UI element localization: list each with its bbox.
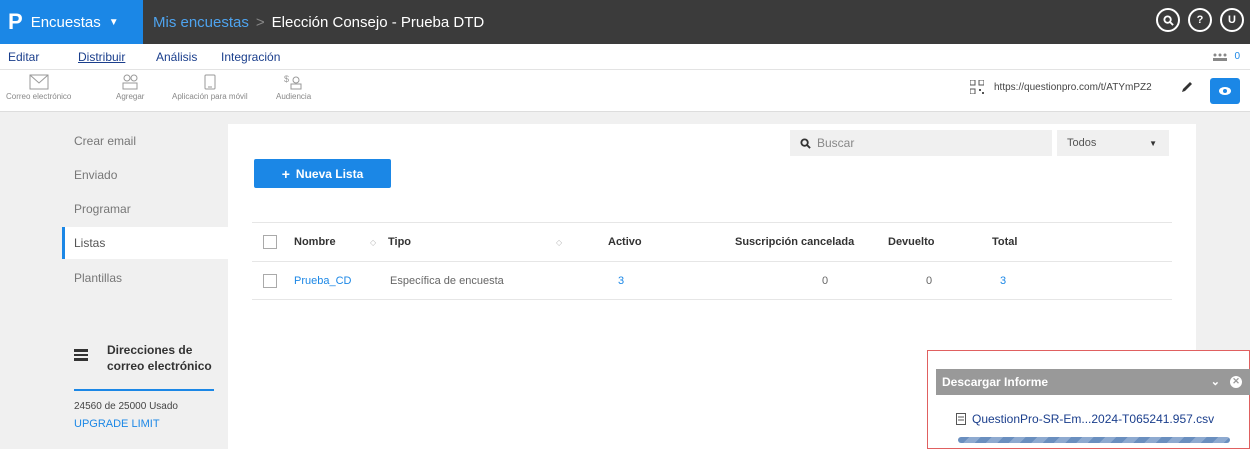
download-progress-bar (958, 437, 1230, 443)
upgrade-limit-link[interactable]: UPGRADE LIMIT (74, 418, 160, 430)
tool-mobile-label: Aplicación para móvil (172, 92, 248, 101)
search-icon (800, 137, 811, 149)
menu-distribuir[interactable]: Distribuir (78, 50, 125, 64)
caret-down-icon: ▼ (1149, 138, 1157, 148)
users-count-value: 0 (1234, 51, 1240, 62)
breadcrumb: Mis encuestas > Elección Consejo - Prueb… (153, 0, 484, 44)
sidebar-item-enviado[interactable]: Enviado (62, 160, 228, 190)
sidebar-item-programar[interactable]: Programar (62, 194, 228, 224)
sort-icon[interactable]: ◇ (370, 223, 376, 261)
usage-bar (74, 389, 214, 391)
col-tipo[interactable]: Tipo (388, 223, 411, 261)
col-activo[interactable]: Activo (608, 223, 642, 261)
table-header: Nombre ◇ Tipo ◇ Activo Suscripción cance… (252, 222, 1172, 262)
main-menu: Editar Distribuir Análisis Integración 0 (0, 44, 1250, 70)
plus-icon: + (281, 165, 290, 182)
list-name-link[interactable]: Prueba_CD (294, 262, 351, 299)
preview-button[interactable] (1210, 78, 1240, 104)
new-list-label: Nueva Lista (295, 166, 364, 181)
list-type: Específica de encuesta (390, 274, 504, 287)
bounced-count: 0 (926, 274, 933, 287)
filter-select[interactable]: Todos ▼ (1057, 130, 1169, 156)
sidebar-item-crear-email[interactable]: Crear email (62, 126, 228, 156)
chevron-down-icon[interactable]: ⌄ (1211, 375, 1220, 388)
people-icon (122, 74, 138, 90)
eye-icon (1219, 87, 1231, 95)
cancelled-count: 0 (822, 274, 829, 287)
download-report-title: Descargar Informe (942, 375, 1049, 389)
survey-title: Elección Consejo - Prueba DTD (271, 13, 485, 31)
breadcrumb-my-surveys[interactable]: Mis encuestas (153, 14, 249, 31)
tool-email-label: Correo electrónico (6, 92, 72, 101)
download-report-header: Descargar Informe ⌄ ✕ (936, 369, 1250, 395)
caret-down-icon: ▼ (108, 16, 119, 28)
search-placeholder: Buscar (817, 136, 855, 150)
search-icon[interactable] (1156, 8, 1180, 32)
tool-email[interactable]: Correo electrónico (6, 74, 71, 101)
select-all-checkbox[interactable] (263, 223, 277, 261)
tool-agregar-label: Agregar (116, 92, 145, 101)
col-nombre[interactable]: Nombre (294, 223, 336, 261)
close-icon[interactable]: ✕ (1230, 375, 1242, 388)
users-icon (1213, 53, 1228, 61)
audience-icon: $ (284, 74, 302, 90)
top-icons: ? U (1156, 8, 1244, 32)
distribute-toolbar: Correo electrónico Agregar Aplicación pa… (0, 70, 1250, 112)
col-total[interactable]: Total (992, 223, 1017, 261)
list-icon (74, 349, 88, 361)
survey-url-area: https://questionpro.com/t/ATYmPZ2 (970, 80, 1194, 94)
menu-editar[interactable]: Editar (8, 50, 39, 64)
email-icon (29, 74, 49, 90)
download-file-link[interactable]: QuestionPro-SR-Em...2024-T065241.957.csv (956, 412, 1214, 426)
user-icon[interactable]: U (1220, 8, 1244, 32)
svg-text:$: $ (284, 74, 289, 84)
row-checkbox[interactable] (263, 262, 277, 299)
collaborators-count[interactable]: 0 (1212, 51, 1240, 62)
tool-audiencia-label: Audiencia (276, 92, 312, 101)
menu-analisis[interactable]: Análisis (156, 50, 197, 64)
pencil-icon[interactable] (1180, 80, 1194, 94)
qr-code-icon[interactable] (970, 80, 984, 94)
table-row: Prueba_CD Específica de encuesta 3 0 0 3 (252, 262, 1172, 300)
mobile-icon (204, 74, 216, 90)
new-list-button[interactable]: + Nueva Lista (254, 159, 391, 188)
product-name: Encuestas (30, 13, 101, 31)
survey-url[interactable]: https://questionpro.com/t/ATYmPZ2 (994, 82, 1170, 93)
file-icon (956, 413, 966, 425)
filter-value: Todos (1067, 137, 1097, 149)
questionpro-logo: P (8, 9, 23, 34)
product-switcher[interactable]: P Encuestas ▼ (0, 0, 143, 44)
help-icon[interactable]: ? (1188, 8, 1212, 32)
tool-agregar[interactable]: Agregar (116, 74, 144, 101)
download-file-name: QuestionPro-SR-Em...2024-T065241.957.csv (972, 412, 1215, 426)
sidebar-item-plantillas[interactable]: Plantillas (62, 263, 228, 293)
download-controls: ⌄ ✕ (1211, 375, 1242, 388)
total-count[interactable]: 3 (1000, 262, 1006, 299)
menu-integracion[interactable]: Integración (221, 50, 280, 64)
active-count[interactable]: 3 (618, 262, 624, 299)
col-devuelto[interactable]: Devuelto (888, 223, 934, 261)
sort-icon[interactable]: ◇ (556, 223, 562, 261)
email-addresses-title: Direcciones de correo electrónico (107, 343, 212, 373)
search-input[interactable]: Buscar (790, 130, 1052, 156)
usage-text: 24560 de 25000 Usado (74, 401, 178, 412)
tool-mobile[interactable]: Aplicación para móvil (172, 74, 248, 101)
tool-audiencia[interactable]: $ Audiencia (276, 74, 311, 101)
download-report-panel: Descargar Informe ⌄ ✕ QuestionPro-SR-Em.… (927, 350, 1250, 449)
col-suscripcion-cancelada[interactable]: Suscripción cancelada (735, 223, 854, 261)
sidebar-item-listas[interactable]: Listas (62, 227, 228, 259)
breadcrumb-separator: > (255, 13, 265, 31)
left-sidebar: Crear email Enviado Programar Listas Pla… (62, 124, 228, 449)
top-bar: P Encuestas ▼ Mis encuestas > Elección C… (0, 0, 1250, 44)
